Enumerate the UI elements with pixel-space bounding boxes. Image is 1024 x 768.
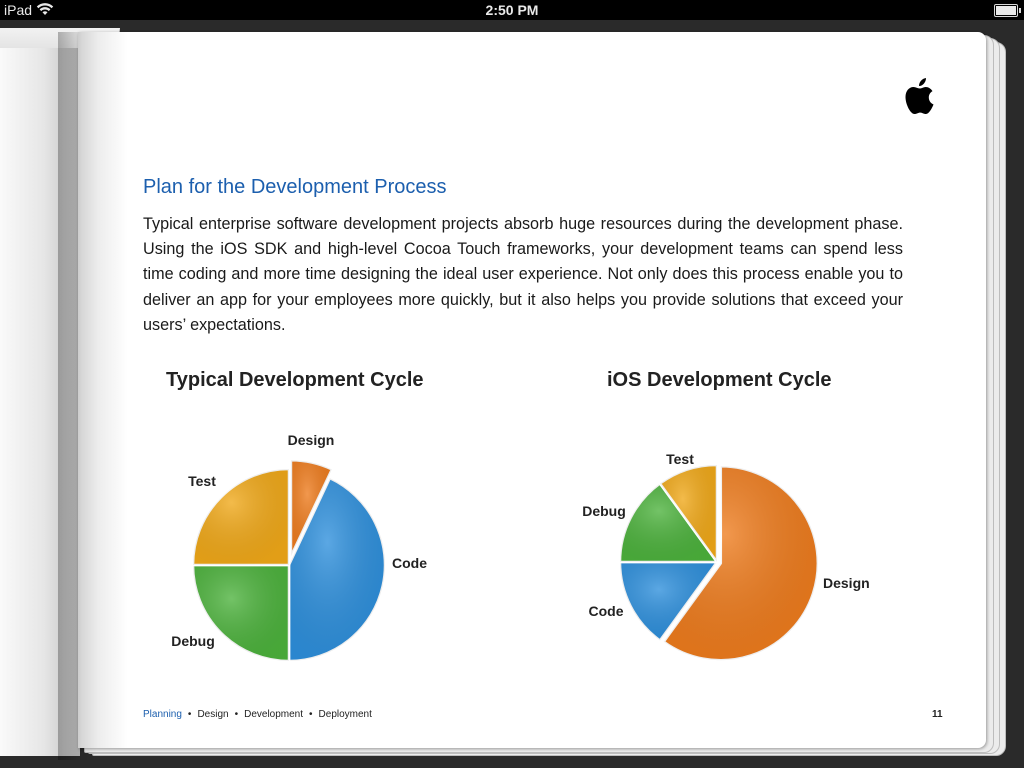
pie-label-test: Test <box>666 451 694 467</box>
pie-label-code: Code <box>589 603 624 619</box>
pie-label-debug: Debug <box>171 633 215 649</box>
nav-separator: • <box>187 709 192 720</box>
typical-cycle-chart-title: Typical Development Cycle <box>166 369 424 391</box>
pie-label-code: Code <box>392 555 427 571</box>
ios-cycle-chart-title: iOS Development Cycle <box>607 369 832 391</box>
apple-logo-icon <box>905 78 934 114</box>
page-number: 11 <box>932 709 943 720</box>
nav-link-development[interactable]: Development <box>244 709 303 720</box>
nav-separator: • <box>234 709 239 720</box>
pie-label-debug: Debug <box>582 503 626 519</box>
nav-link-planning[interactable]: Planning <box>143 709 182 720</box>
typical-cycle-pie-chart: Design Code Debug Test <box>171 432 427 663</box>
body-paragraph: Typical enterprise software development … <box>143 215 903 334</box>
chapter-navigation: Planning • Design • Development • Deployment <box>143 709 372 720</box>
nav-separator: • <box>309 709 313 720</box>
status-time: 2:50 PM <box>485 2 539 18</box>
pie-label-test: Test <box>188 473 216 489</box>
ios-cycle-pie-chart: Design Code Debug Test <box>582 451 870 662</box>
nav-link-design[interactable]: Design <box>197 709 228 720</box>
pie-label-design: Design <box>823 575 870 591</box>
book-spine <box>58 32 98 760</box>
pie-label-design: Design <box>288 432 335 448</box>
battery-icon <box>994 4 1021 17</box>
nav-link-deployment[interactable]: Deployment <box>319 709 372 720</box>
status-bar: iPad 2:50 PM <box>0 0 1024 20</box>
section-heading: Plan for the Development Process <box>143 176 447 198</box>
